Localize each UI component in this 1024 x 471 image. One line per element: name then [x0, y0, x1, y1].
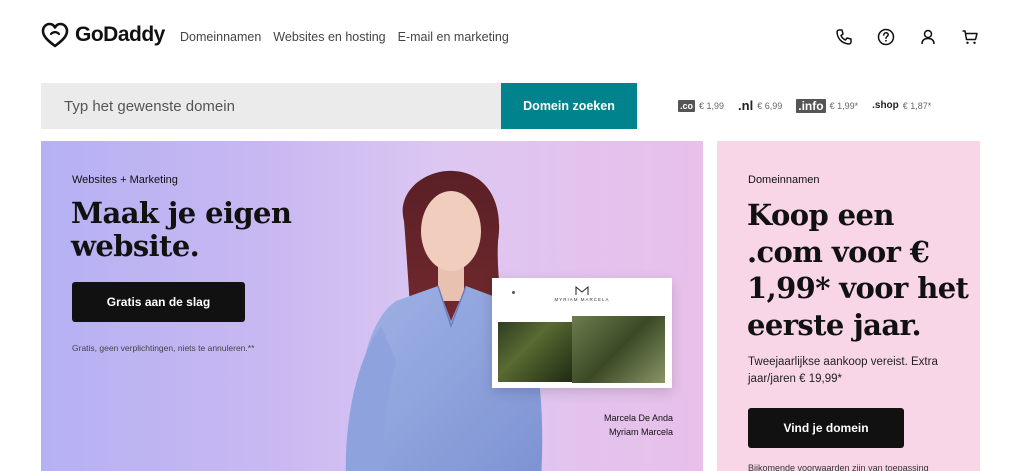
tld-price: € 1,87*	[902, 100, 932, 111]
website-preview-card: MYRIAM MARCELA	[492, 278, 672, 388]
tld-info[interactable]: .info € 1,99*	[796, 98, 859, 113]
menu-dot	[512, 291, 515, 294]
cart-icon[interactable]	[960, 27, 980, 47]
tld-badge: .shop	[872, 100, 899, 111]
tld-price-list: .co € 1,99 .nl € 6,99 .info € 1,99* .sho…	[678, 98, 931, 113]
mock-brand-name: MYRIAM MARCELA	[554, 297, 610, 302]
site-header: GoDaddy Domeinnamen Websites en hosting …	[0, 0, 1024, 72]
hero-disclaimer: Gratis, geen verplichtingen, niets te an…	[72, 343, 255, 353]
tld-badge: .info	[796, 98, 826, 113]
hero-offer-title: Koop een .com voor € 1,99* voor het eers…	[747, 198, 969, 342]
preview-photo-2	[572, 316, 665, 383]
caption-name: Marcela De Anda	[603, 413, 673, 423]
domain-search-button[interactable]: Domein zoeken	[501, 83, 637, 129]
tld-shop[interactable]: .shop € 1,87*	[872, 100, 931, 111]
godaddy-heart-icon	[41, 22, 69, 48]
get-started-button[interactable]: Gratis aan de slag	[72, 282, 245, 322]
phone-icon[interactable]	[834, 27, 854, 47]
hero-eyebrow: Domeinnamen	[748, 174, 820, 186]
hero-eyebrow: Websites + Marketing	[72, 174, 178, 186]
godaddy-logo[interactable]: GoDaddy	[41, 22, 165, 48]
nav-item-domeinnamen[interactable]: Domeinnamen	[180, 30, 261, 44]
tld-price: € 1,99*	[829, 100, 859, 111]
domain-search-input[interactable]	[41, 83, 501, 129]
domain-search-bar: Domein zoeken	[41, 83, 637, 129]
hero-title: Maak je eigen website.	[71, 196, 292, 263]
header-actions	[834, 27, 980, 47]
tld-badge: .co	[678, 99, 696, 112]
offer-footnote: Bijkomende voorwaarden zijn van toepassi…	[748, 463, 929, 471]
logo-text: GoDaddy	[75, 23, 165, 46]
nav-item-websites-hosting[interactable]: Websites en hosting	[273, 30, 385, 44]
find-domain-button[interactable]: Vind je domein	[748, 408, 904, 448]
main-nav: Domeinnamen Websites en hosting E-mail e…	[180, 30, 509, 44]
brand-logo-icon	[575, 286, 589, 295]
account-icon[interactable]	[918, 27, 938, 47]
tld-nl[interactable]: .nl € 6,99	[738, 98, 782, 113]
hero-websites-marketing: Websites + Marketing Maak je eigen websi…	[41, 141, 703, 471]
caption-brand: Myriam Marcela	[608, 427, 673, 437]
tld-co[interactable]: .co € 1,99	[678, 99, 725, 112]
hero-caption: Marcela De Anda Myriam Marcela	[561, 411, 673, 439]
tld-price: € 1,99	[699, 100, 725, 111]
hero-offer-description: Tweejaarlijkse aankoop vereist. Extra ja…	[748, 356, 938, 385]
preview-photo-1	[498, 322, 572, 382]
help-icon[interactable]	[876, 27, 896, 47]
tld-price: € 6,99	[757, 100, 783, 111]
nav-item-email-marketing[interactable]: E-mail en marketing	[398, 30, 509, 44]
tld-badge: .nl	[738, 98, 754, 113]
hero-domain-offer: Domeinnamen Koop een .com voor € 1,99* v…	[717, 141, 980, 471]
